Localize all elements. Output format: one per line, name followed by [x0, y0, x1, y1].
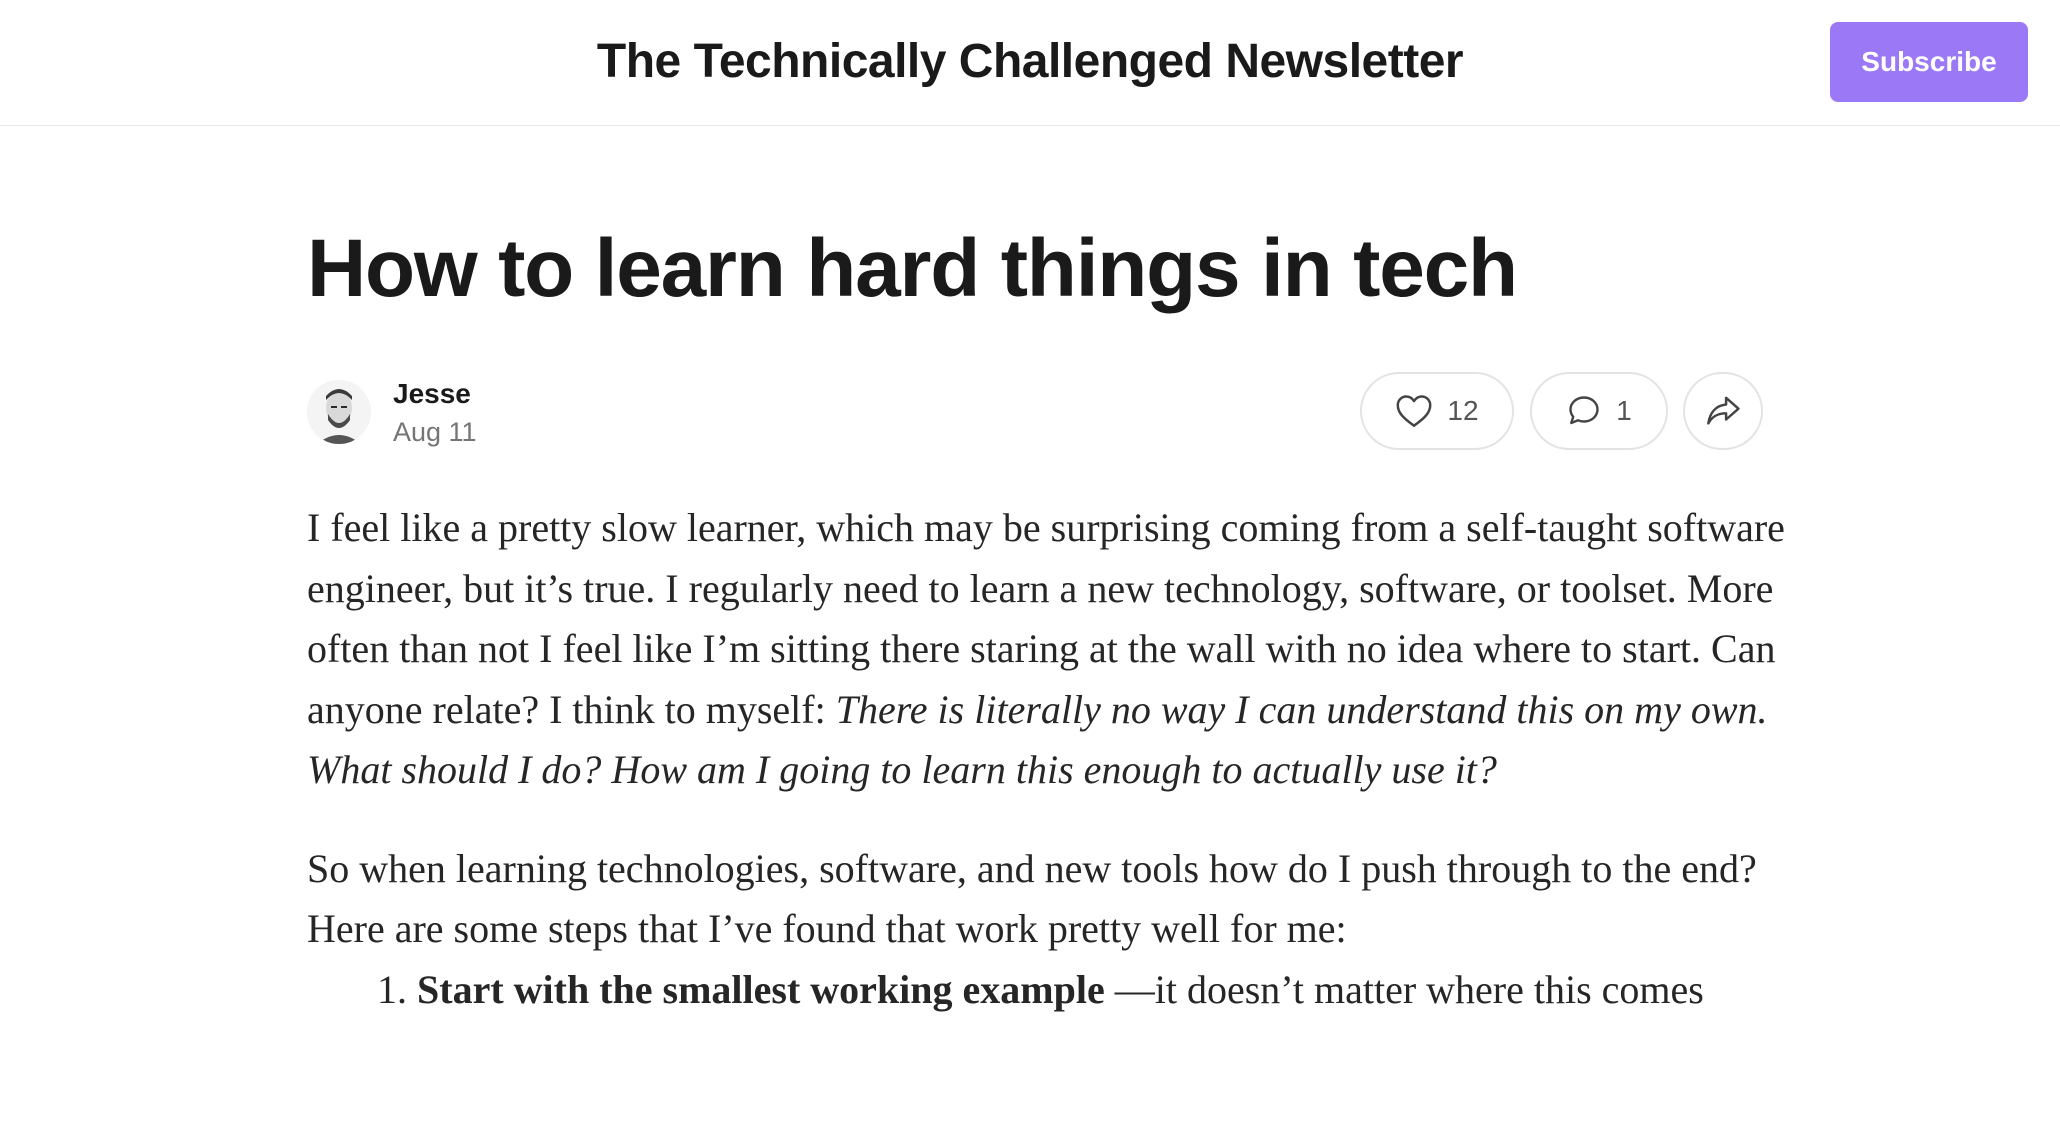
publication-title[interactable]: The Technically Challenged Newsletter	[0, 34, 2060, 89]
subscribe-button[interactable]: Subscribe	[1830, 22, 2028, 102]
post-title: How to learn hard things in tech	[307, 223, 1518, 314]
comment-count: 1	[1616, 395, 1632, 426]
author-avatar-image	[307, 380, 371, 444]
heart-icon	[1395, 394, 1433, 428]
share-button[interactable]	[1683, 372, 1763, 450]
share-icon	[1704, 394, 1742, 428]
author-name[interactable]: Jesse	[393, 378, 471, 410]
post-body: I feel like a pretty slow learner, which…	[307, 498, 1787, 1020]
like-button[interactable]: 12	[1360, 372, 1514, 450]
comment-button[interactable]: 1	[1530, 372, 1668, 450]
list-item-bold: Start with the smallest working example	[417, 966, 1105, 1012]
post-date: Aug 11	[393, 417, 477, 447]
like-count: 12	[1447, 395, 1479, 426]
paragraph-intro: I feel like a pretty slow learner, which…	[307, 498, 1787, 801]
avatar[interactable]	[307, 380, 371, 444]
comment-icon	[1566, 393, 1602, 429]
list-item-number: 1.	[377, 966, 407, 1012]
list-item: 1. Start with the smallest working exampl…	[307, 960, 1787, 1021]
top-bar: The Technically Challenged Newsletter Su…	[0, 0, 2060, 126]
paragraph-steps-intro: So when learning technologies, software,…	[307, 845, 1757, 952]
list-item-text: —it doesn’t matter where this comes	[1104, 966, 1704, 1012]
